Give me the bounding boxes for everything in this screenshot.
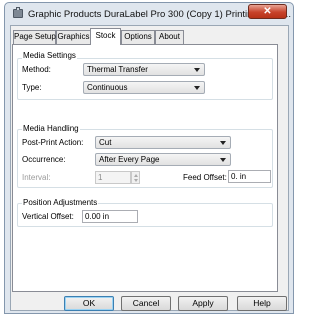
spin-up-icon bbox=[134, 174, 138, 177]
tab-options[interactable]: Options bbox=[121, 30, 155, 44]
type-dropdown[interactable]: Continuous bbox=[83, 81, 205, 94]
interval-spinner[interactable] bbox=[131, 171, 140, 184]
printer-icon bbox=[13, 7, 23, 18]
tab-about[interactable]: About bbox=[155, 30, 184, 44]
type-value: Continuous bbox=[87, 83, 128, 92]
title-bar[interactable]: Graphic Products DuraLabel Pro 300 (Copy… bbox=[5, 3, 293, 25]
tab-stock[interactable]: Stock bbox=[90, 28, 121, 45]
method-value: Thermal Transfer bbox=[87, 65, 148, 74]
interval-label: Interval: bbox=[22, 173, 51, 182]
interval-field[interactable]: 1 bbox=[95, 171, 131, 184]
interval-value: 1 bbox=[98, 173, 103, 182]
media-settings-title: Media Settings bbox=[22, 51, 77, 60]
ok-button[interactable]: OK bbox=[64, 296, 114, 311]
post-print-action-value: Cut bbox=[99, 138, 112, 147]
close-button[interactable]: ✕ bbox=[248, 4, 287, 19]
chevron-down-icon bbox=[194, 68, 200, 72]
position-adjustments-title: Position Adjustments bbox=[22, 198, 99, 207]
tab-page-setup[interactable]: Page Setup bbox=[13, 30, 56, 44]
chevron-down-icon bbox=[194, 86, 200, 90]
occurrence-dropdown[interactable]: After Every Page bbox=[95, 153, 231, 166]
method-dropdown[interactable]: Thermal Transfer bbox=[83, 63, 205, 76]
media-handling-title: Media Handling bbox=[22, 124, 80, 133]
vertical-offset-value: 0.00 in bbox=[85, 212, 110, 221]
method-label: Method: bbox=[22, 65, 51, 74]
post-print-action-label: Post-Print Action: bbox=[22, 138, 84, 147]
apply-button[interactable]: Apply bbox=[178, 296, 228, 311]
vertical-offset-label: Vertical Offset: bbox=[22, 212, 74, 221]
post-print-action-dropdown[interactable]: Cut bbox=[95, 136, 231, 149]
occurrence-value: After Every Page bbox=[99, 155, 160, 164]
feed-offset-value: 0. in bbox=[231, 172, 247, 181]
spin-down-icon bbox=[134, 179, 138, 182]
vertical-offset-field[interactable]: 0.00 in bbox=[82, 210, 138, 223]
tab-graphics[interactable]: Graphics bbox=[56, 30, 91, 44]
occurrence-label: Occurrence: bbox=[22, 155, 66, 164]
help-button[interactable]: Help bbox=[237, 296, 287, 311]
feed-offset-label: Feed Offset: bbox=[183, 173, 227, 182]
type-label: Type: bbox=[22, 83, 42, 92]
chevron-down-icon bbox=[220, 158, 226, 162]
cancel-button[interactable]: Cancel bbox=[121, 296, 171, 311]
feed-offset-field[interactable]: 0. in bbox=[228, 170, 271, 183]
chevron-down-icon bbox=[220, 141, 226, 145]
